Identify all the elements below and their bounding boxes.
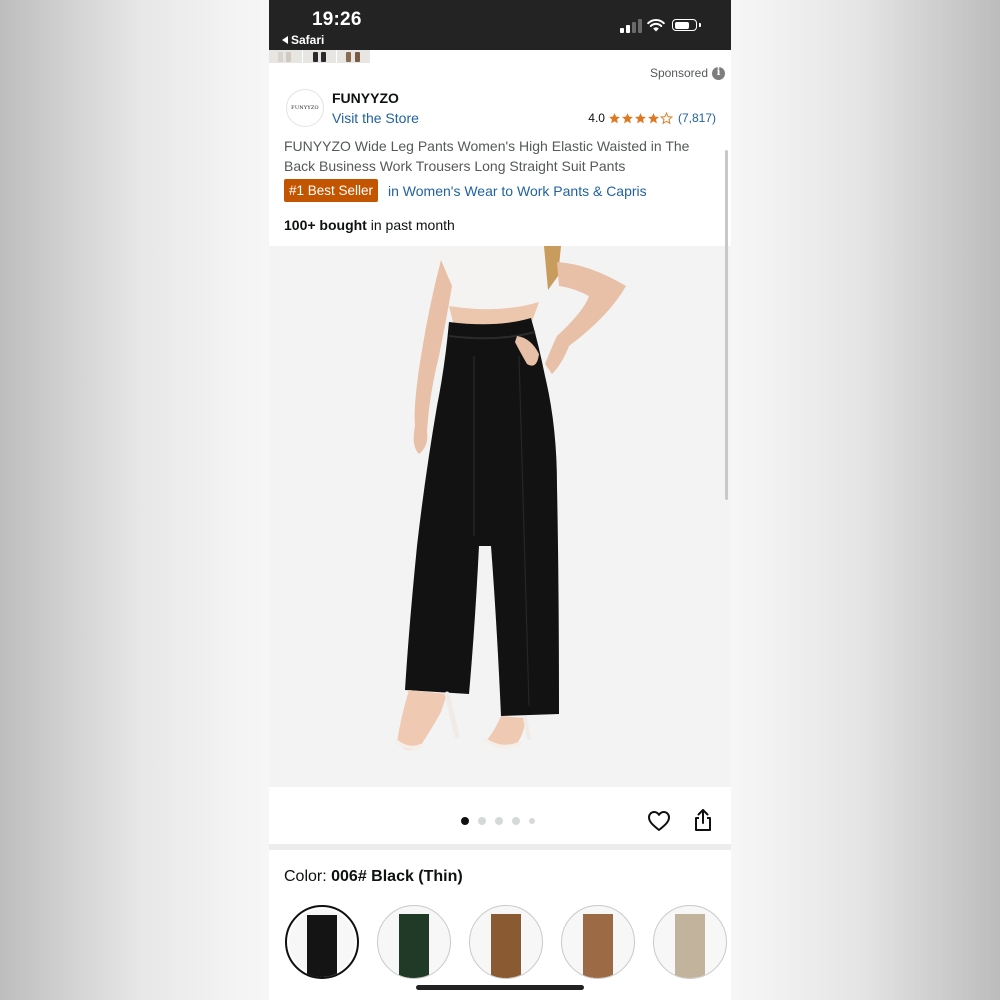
sponsored-text: Sponsored bbox=[649, 66, 708, 80]
star-rating-icons bbox=[608, 111, 673, 125]
swatch-pants-dark-green bbox=[399, 914, 429, 978]
swatch-pants-khaki bbox=[675, 914, 705, 978]
rating-value: 4.0 bbox=[588, 111, 605, 125]
bought-suffix: in past month bbox=[366, 217, 455, 233]
swatch-pants-black bbox=[307, 915, 337, 977]
star-full-icon bbox=[648, 112, 659, 123]
phone-screen: 19:26 Safari Sponsored i FUNYYZO FUNYYZO… bbox=[269, 0, 731, 1000]
rating[interactable]: 4.0 (7,817) bbox=[588, 111, 716, 125]
product-photo-illustration bbox=[395, 246, 626, 750]
brand-logo[interactable]: FUNYYZO bbox=[286, 89, 324, 127]
carousel-dot[interactable] bbox=[478, 817, 486, 825]
color-selector: Color: 006# Black (Thin) bbox=[269, 850, 731, 1000]
color-swatch-camel[interactable] bbox=[561, 905, 635, 979]
bought-count: 100+ bought bbox=[284, 217, 367, 233]
status-time: 19:26 bbox=[312, 9, 362, 30]
product-title[interactable]: FUNYYZO Wide Leg Pants Women's High Elas… bbox=[284, 136, 709, 176]
color-label: Color: 006# Black (Thin) bbox=[284, 868, 463, 886]
rating-count-link[interactable]: (7,817) bbox=[678, 111, 716, 125]
strip-thumbnail[interactable] bbox=[269, 50, 302, 63]
battery-icon bbox=[672, 19, 701, 31]
bought-in-past-month: 100+ bought in past month bbox=[284, 217, 455, 233]
back-to-safari-button[interactable]: Safari bbox=[282, 33, 324, 47]
cellular-signal-icon bbox=[620, 19, 642, 33]
star-full-icon bbox=[609, 112, 620, 123]
carousel-dot[interactable] bbox=[495, 817, 503, 825]
brand-name: FUNYYZO bbox=[332, 90, 399, 106]
star-empty-icon bbox=[659, 111, 673, 124]
selected-color-name: 006# Black (Thin) bbox=[331, 868, 463, 885]
strip-thumbnail[interactable] bbox=[303, 50, 336, 63]
status-bar: 19:26 Safari bbox=[269, 0, 731, 50]
left-foot-shape bbox=[397, 690, 447, 750]
product-image[interactable] bbox=[269, 246, 731, 787]
star-full-icon bbox=[622, 112, 633, 123]
share-icon[interactable] bbox=[693, 808, 713, 832]
home-indicator[interactable] bbox=[416, 985, 584, 990]
wifi-icon bbox=[647, 19, 665, 32]
color-swatch-dark-green[interactable] bbox=[377, 905, 451, 979]
swatch-pants-camel bbox=[583, 914, 613, 978]
arm-shape bbox=[545, 262, 626, 374]
sponsored-label[interactable]: Sponsored i bbox=[650, 66, 725, 80]
color-label-prefix: Color: bbox=[284, 868, 332, 885]
visit-store-link[interactable]: Visit the Store bbox=[332, 110, 419, 126]
heart-icon[interactable] bbox=[647, 810, 671, 832]
star-full-icon bbox=[635, 112, 646, 123]
back-arrow-icon bbox=[282, 36, 288, 44]
info-icon[interactable]: i bbox=[712, 66, 725, 80]
best-seller-badge[interactable]: #1 Best Seller bbox=[284, 179, 379, 202]
carousel-dot[interactable] bbox=[529, 818, 535, 824]
scroll-indicator[interactable] bbox=[725, 150, 728, 500]
color-swatch-khaki[interactable] bbox=[653, 905, 727, 979]
carousel-dots[interactable] bbox=[461, 817, 535, 825]
back-app-label: Safari bbox=[291, 33, 325, 47]
color-swatch-black[interactable] bbox=[285, 905, 359, 979]
best-seller-category-link[interactable]: in Women's Wear to Work Pants & Capris bbox=[388, 183, 647, 199]
swatch-pants-brown bbox=[491, 914, 521, 978]
color-swatch-brown[interactable] bbox=[469, 905, 543, 979]
carousel-dot-active[interactable] bbox=[461, 817, 469, 825]
image-carousel-controls bbox=[269, 787, 731, 844]
previous-listing-strip bbox=[269, 50, 731, 64]
carousel-dot[interactable] bbox=[512, 817, 520, 825]
strip-thumbnail[interactable] bbox=[337, 50, 370, 63]
